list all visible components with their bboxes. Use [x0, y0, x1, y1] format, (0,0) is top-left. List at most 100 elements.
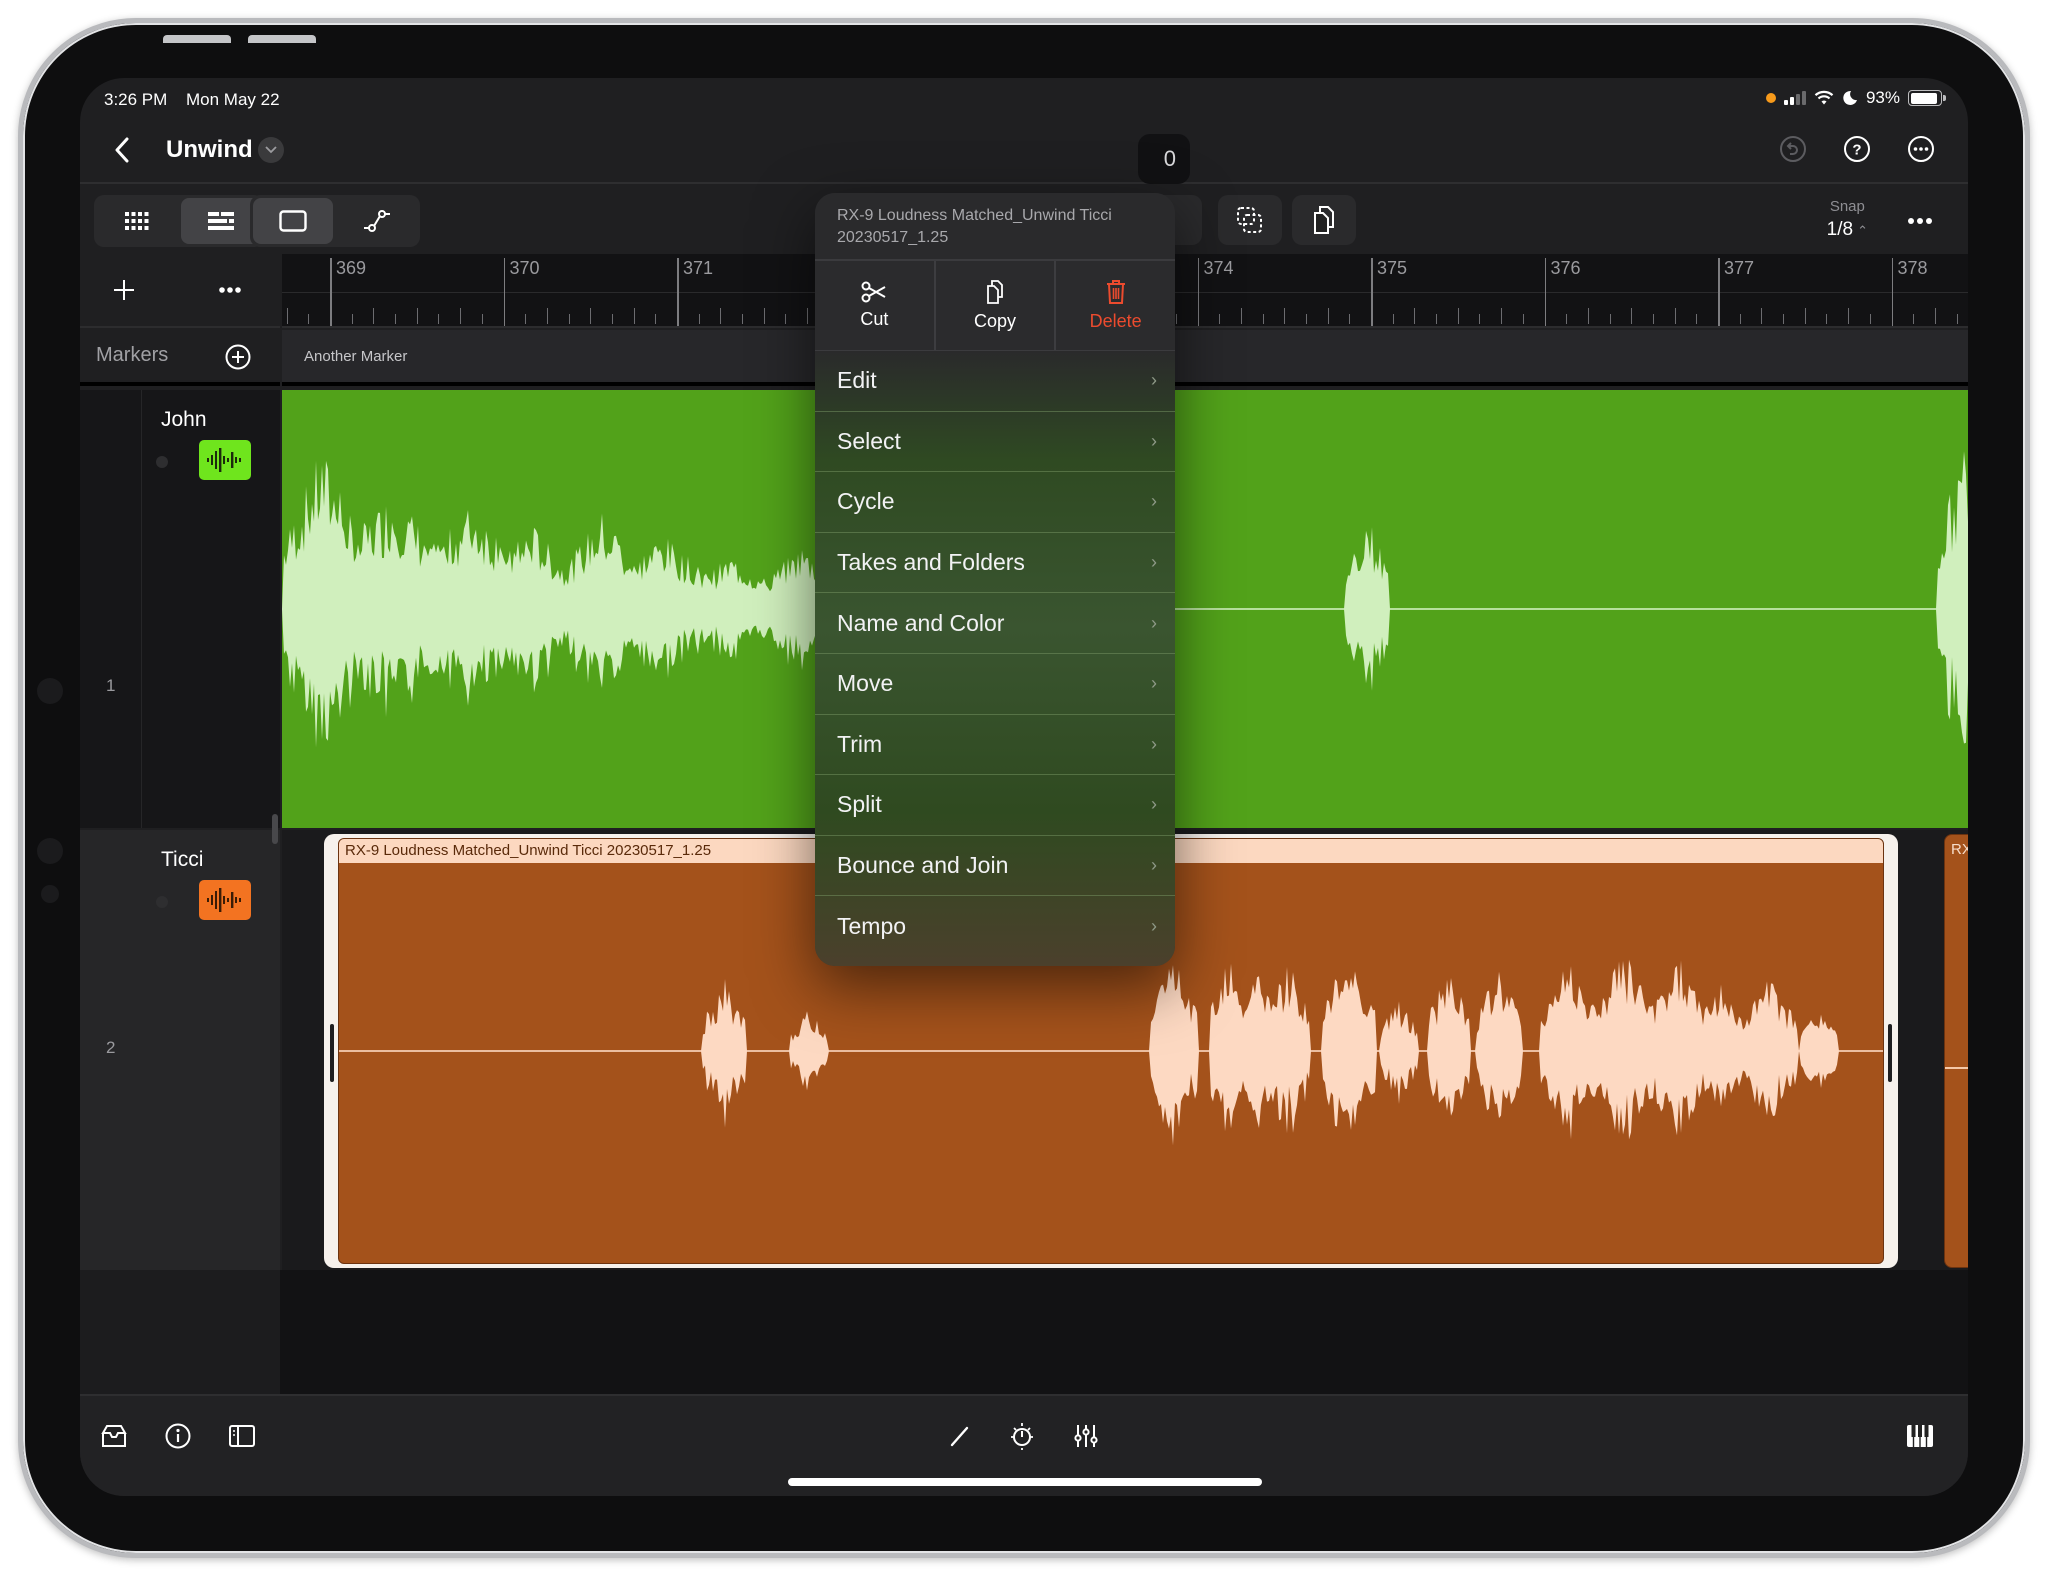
- ruler-bar-number: 377: [1724, 258, 1755, 278]
- menu-item-label: Tempo: [837, 913, 907, 940]
- ruler-minor-tick: [1652, 314, 1654, 324]
- track-options-button[interactable]: [210, 272, 250, 308]
- chevron-right-icon: ›: [1151, 612, 1157, 633]
- duplicate-button[interactable]: [1218, 195, 1282, 245]
- menu-item-select[interactable]: Select ›: [815, 412, 1175, 473]
- ruler-bar-number: 371: [683, 258, 714, 278]
- info-icon: [165, 1423, 191, 1449]
- ruler-minor-tick: [1696, 314, 1698, 324]
- menu-item-edit[interactable]: Edit ›: [815, 351, 1175, 412]
- delete-button[interactable]: Delete: [1056, 261, 1175, 350]
- ruler-minor-tick: [351, 314, 353, 324]
- empty-track-area[interactable]: [80, 1270, 1968, 1394]
- metronome-button[interactable]: [1004, 1418, 1040, 1454]
- keyboard-icon: [1907, 1425, 1933, 1447]
- ruler-minor-tick: [1826, 314, 1828, 324]
- status-date: Mon May 22: [186, 90, 280, 109]
- metronome-icon: [1011, 1423, 1033, 1450]
- snap-value: 1/8: [1826, 219, 1854, 240]
- waveform-icon: [207, 888, 241, 912]
- tracks-view-button[interactable]: [181, 198, 261, 244]
- right-trim-handle[interactable]: [1888, 1024, 1892, 1082]
- ruler-minor-tick: [1414, 308, 1416, 324]
- automation-mode-button[interactable]: [337, 198, 417, 244]
- ruler-minor-tick: [1175, 314, 1177, 324]
- left-trim-handle[interactable]: [330, 1024, 334, 1082]
- ruler-minor-tick: [1587, 308, 1589, 324]
- audio-region-next[interactable]: RX: [1944, 834, 1968, 1268]
- ruler-minor-tick: [308, 314, 310, 324]
- plus-circle-icon[interactable]: [224, 343, 252, 371]
- title-menu-button[interactable]: [258, 137, 284, 163]
- ruler-minor-tick: [742, 314, 744, 324]
- track-header-ticci[interactable]: 2 Ticci: [80, 814, 280, 1270]
- region-mode-button[interactable]: [253, 198, 333, 244]
- ruler-minor-tick: [481, 314, 483, 324]
- menu-item-trim[interactable]: Trim ›: [815, 715, 1175, 776]
- menu-item-split[interactable]: Split ›: [815, 775, 1175, 836]
- back-button[interactable]: [102, 130, 142, 170]
- menu-item-takes-and-folders[interactable]: Takes and Folders ›: [815, 533, 1175, 594]
- pencil-button[interactable]: [942, 1418, 978, 1454]
- ruler-bar-number: 378: [1897, 258, 1928, 278]
- marker-item[interactable]: Another Marker: [304, 348, 407, 365]
- ruler-minor-tick: [546, 308, 548, 324]
- project-title[interactable]: Unwind: [166, 136, 253, 164]
- browser-button[interactable]: [96, 1418, 132, 1454]
- track-number: 1: [106, 676, 116, 695]
- hardware-button: [248, 35, 316, 43]
- menu-item-name-and-color[interactable]: Name and Color ›: [815, 593, 1175, 654]
- menu-item-label: Move: [837, 670, 894, 697]
- tracks-icon: [208, 212, 234, 230]
- undo-button[interactable]: [1776, 132, 1810, 166]
- track-header-john[interactable]: 1 John: [80, 390, 280, 828]
- ruler-minor-tick: [568, 314, 570, 324]
- ruler-bar-number: 370: [509, 258, 540, 278]
- region-name: RX: [1951, 841, 1968, 858]
- cut-button[interactable]: Cut: [815, 261, 936, 350]
- ruler-minor-tick: [438, 314, 440, 324]
- scrollbar-thumb[interactable]: [272, 814, 278, 844]
- more-options-button[interactable]: [1904, 132, 1938, 166]
- ruler-minor-tick: [416, 308, 418, 324]
- chevron-updown-icon: ⌃: [1857, 223, 1868, 238]
- help-button[interactable]: ?: [1840, 132, 1874, 166]
- info-button[interactable]: [160, 1418, 196, 1454]
- ruler-minor-tick: [698, 314, 700, 324]
- grid-view-button[interactable]: [97, 198, 177, 244]
- ruler-minor-tick: [720, 308, 722, 324]
- ruler-minor-tick: [655, 314, 657, 324]
- ruler-minor-tick: [286, 308, 288, 324]
- chevron-down-icon: [265, 146, 277, 154]
- menu-item-bounce-and-join[interactable]: Bounce and Join ›: [815, 836, 1175, 897]
- add-track-button[interactable]: [106, 272, 142, 308]
- mixer-icon: [1074, 1425, 1098, 1447]
- delete-label: Delete: [1089, 311, 1142, 331]
- menu-item-tempo[interactable]: Tempo ›: [815, 896, 1175, 957]
- menu-item-cycle[interactable]: Cycle ›: [815, 472, 1175, 533]
- ruler-minor-tick: [1501, 308, 1503, 324]
- context-menu-items: Edit › Select › Cycle › Takes and Folders › Name…: [815, 351, 1175, 966]
- mixer-button[interactable]: [1068, 1418, 1104, 1454]
- paste-button[interactable]: [1292, 195, 1356, 245]
- sidebar-icon: [229, 1425, 255, 1447]
- trash-icon: [1106, 280, 1125, 304]
- home-indicator[interactable]: [788, 1478, 1262, 1486]
- ruler-minor-tick: [1436, 314, 1438, 324]
- ruler-minor-tick: [590, 308, 592, 324]
- snap-control[interactable]: Snap 1/8 ⌃: [1827, 198, 1868, 241]
- sidebar-button[interactable]: [224, 1418, 260, 1454]
- copy-button[interactable]: Copy: [936, 261, 1057, 350]
- hardware-button: [163, 35, 231, 43]
- menu-item-label: Cycle: [837, 488, 895, 515]
- ruler-minor-tick: [1848, 308, 1850, 324]
- audio-track-icon[interactable]: [199, 440, 251, 480]
- menu-item-move[interactable]: Move ›: [815, 654, 1175, 715]
- duplicate-icon: [1237, 207, 1262, 233]
- copy-label: Copy: [973, 311, 1017, 331]
- chevron-right-icon: ›: [1151, 552, 1157, 573]
- audio-track-icon[interactable]: [199, 880, 251, 920]
- ruler-minor-tick: [807, 308, 809, 324]
- toolbar-more-button[interactable]: [1900, 204, 1940, 238]
- keyboard-button[interactable]: [1902, 1418, 1938, 1454]
